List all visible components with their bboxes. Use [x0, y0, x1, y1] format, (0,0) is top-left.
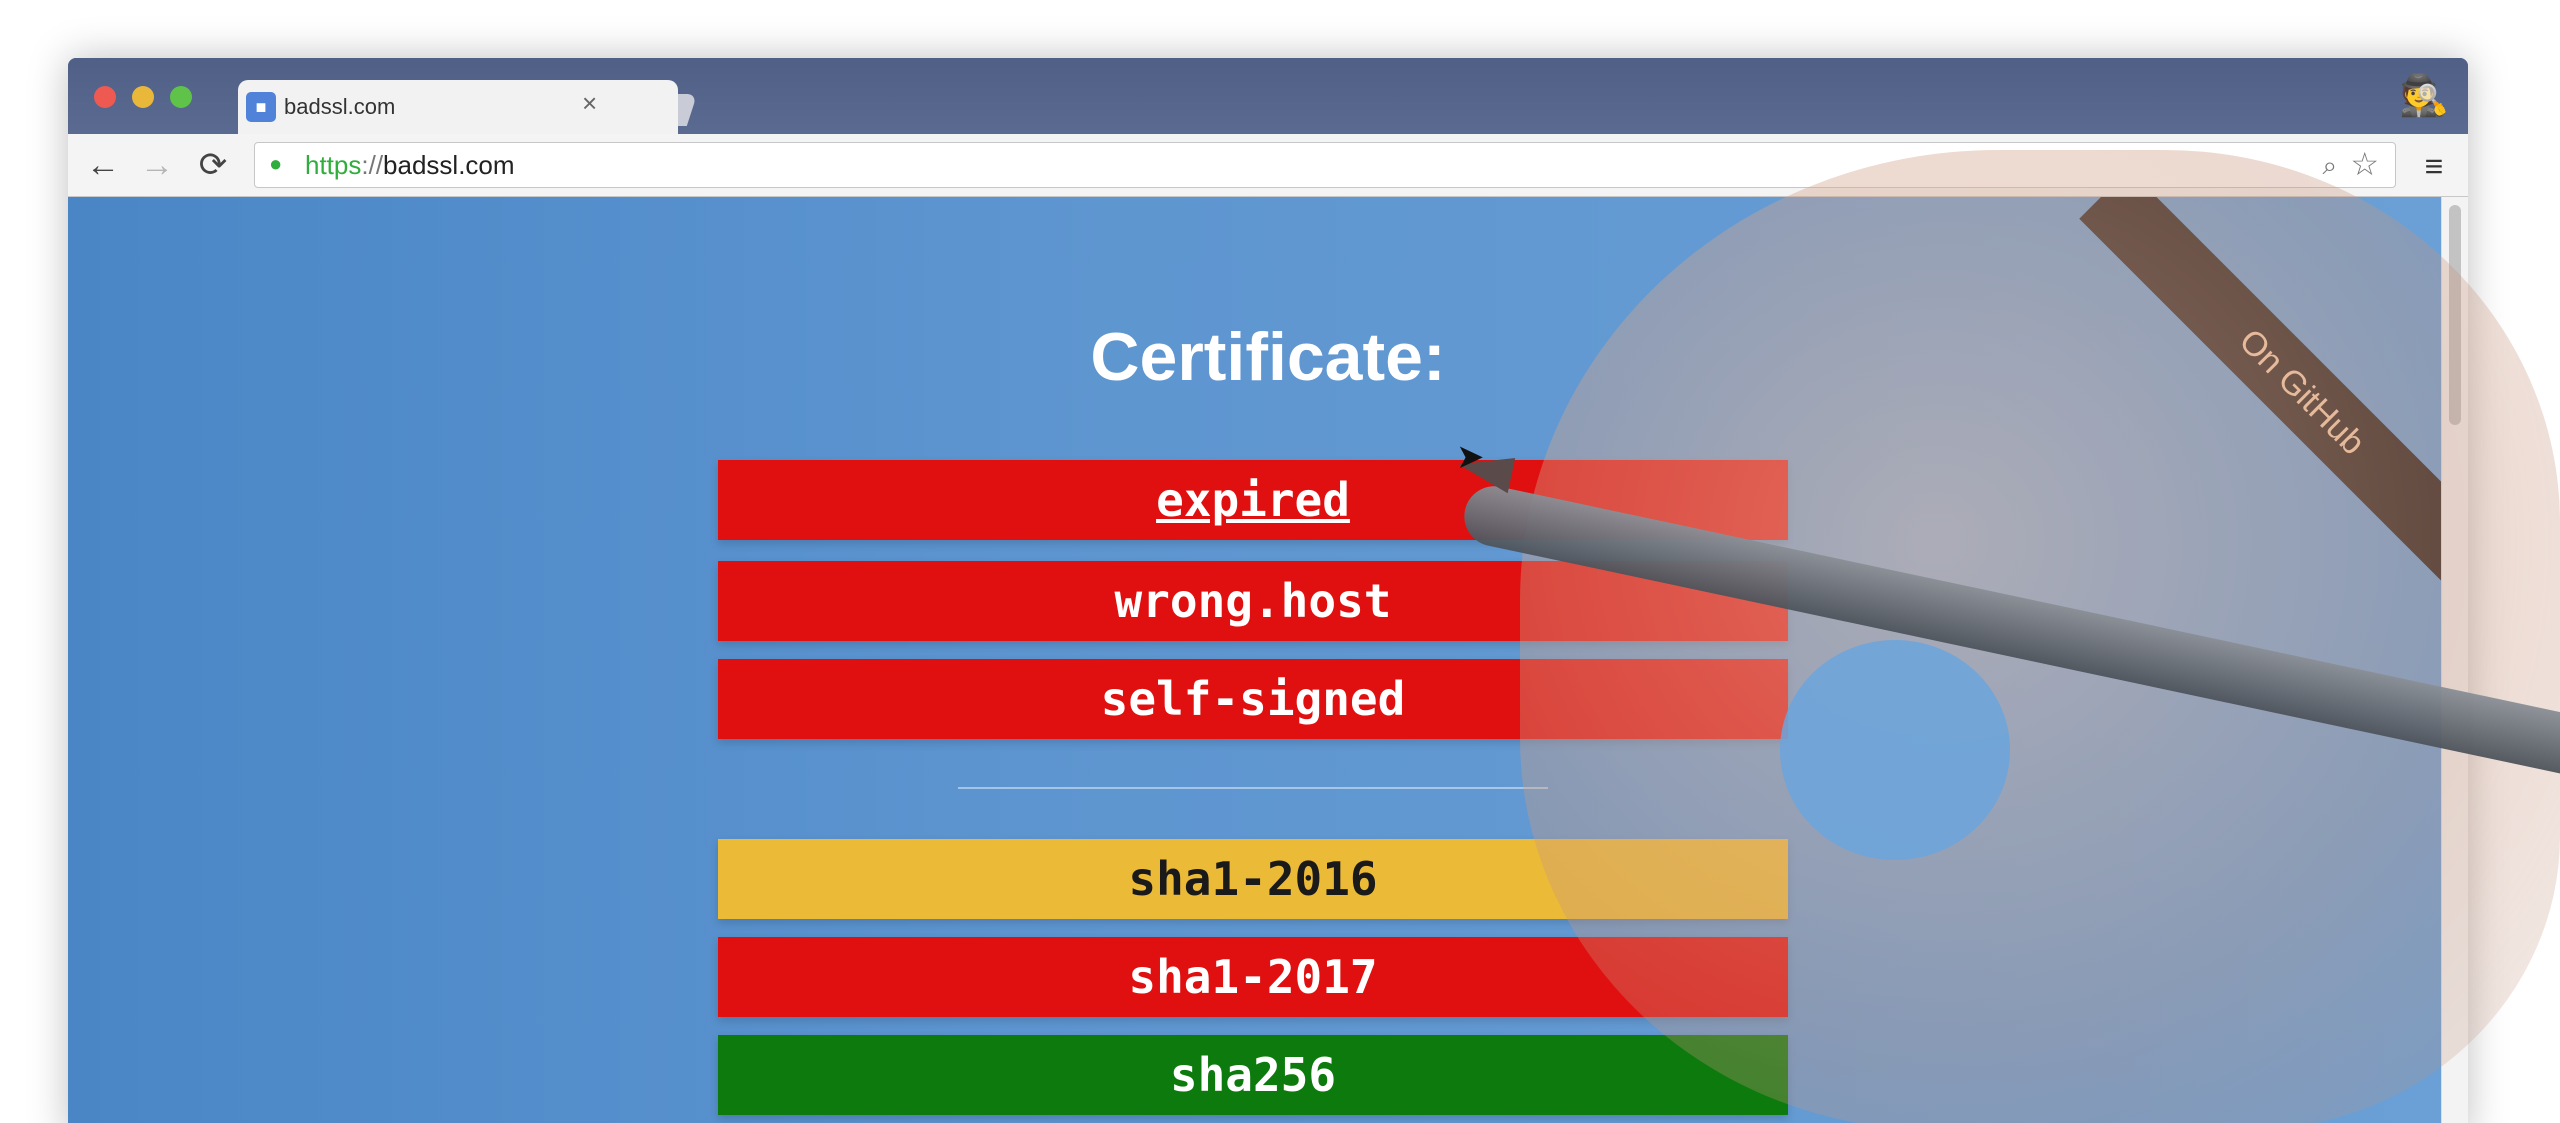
forward-button[interactable]: →	[136, 144, 178, 186]
maximize-window-button[interactable]	[170, 86, 192, 108]
title-bar: ■ badssl.com × 🕵	[68, 58, 2468, 136]
browser-window: ■ badssl.com × 🕵 ← → ⟳ ● https://badssl.…	[68, 58, 2468, 1123]
incognito-icon: 🕵	[2399, 74, 2449, 118]
close-window-button[interactable]	[94, 86, 116, 108]
test-link-sha1-2016[interactable]: sha1-2016	[718, 839, 1788, 919]
minimize-window-button[interactable]	[132, 86, 154, 108]
test-link-sha1-2017[interactable]: sha1-2017	[718, 937, 1788, 1017]
zoom-icon[interactable]: ⌕	[2322, 149, 2337, 181]
github-ribbon[interactable]: On GitHub	[2079, 197, 2442, 615]
url-text[interactable]: https://badssl.com	[305, 149, 515, 181]
url-scheme: https	[305, 150, 362, 180]
github-ribbon-container: On GitHub	[1982, 197, 2442, 657]
reload-button[interactable]: ⟳	[192, 144, 234, 186]
browser-menu-icon[interactable]: ≡	[2416, 148, 2452, 184]
lock-icon: ■	[246, 92, 276, 122]
test-link-self-signed[interactable]: self-signed	[718, 659, 1788, 739]
browser-toolbar: ← → ⟳ ● https://badssl.com ⌕ ☆ ≡	[68, 134, 2468, 197]
secure-lock-icon[interactable]: ●	[269, 151, 291, 177]
mouse-cursor-icon: ➤	[1456, 438, 1485, 476]
test-link-sha256[interactable]: sha256	[718, 1035, 1788, 1115]
bookmark-star-icon[interactable]: ☆	[2350, 147, 2379, 181]
tab-title: badssl.com	[284, 94, 396, 119]
address-bar[interactable]: ● https://badssl.com ⌕ ☆	[254, 142, 2396, 188]
back-button[interactable]: ←	[82, 144, 124, 186]
scroll-thumb[interactable]	[2449, 205, 2461, 425]
url-host: badssl.com	[383, 150, 515, 180]
url-separator: ://	[361, 150, 384, 180]
scrollbar[interactable]	[2441, 197, 2468, 1123]
screen: ■ badssl.com × 🕵 ← → ⟳ ● https://badssl.…	[0, 0, 2560, 1123]
hand-gap-overlay	[1780, 640, 2010, 860]
section-divider	[958, 787, 1548, 789]
close-tab-icon[interactable]: ×	[582, 88, 597, 118]
